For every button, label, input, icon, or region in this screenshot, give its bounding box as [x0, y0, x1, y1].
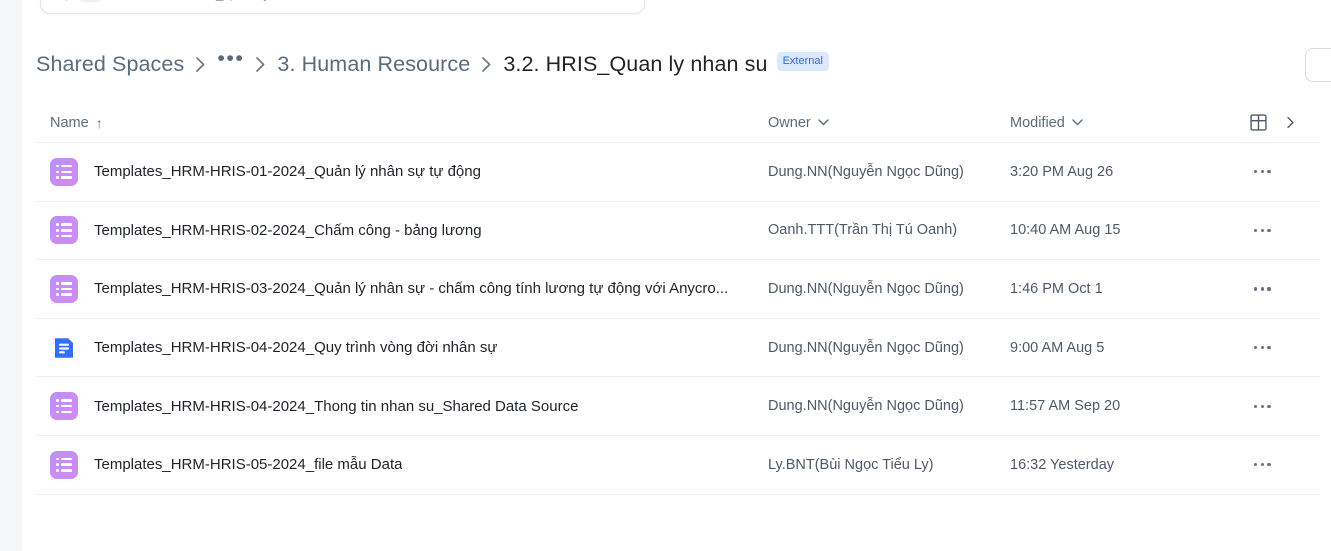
row-actions-cell — [1250, 457, 1320, 472]
file-name-cell[interactable]: Templates_HRM-HRIS-02-2024_Chấm công - b… — [50, 216, 768, 245]
file-name-cell[interactable]: Templates_HRM-HRIS-04-2024_Quy trình vòn… — [50, 334, 768, 362]
more-options-icon[interactable] — [1250, 281, 1275, 296]
file-name-cell[interactable]: Templates_HRM-HRIS-04-2024_Thong tin nha… — [50, 392, 768, 421]
base-table-icon — [50, 392, 78, 421]
page-title: 3.2. HRIS_Quan ly nhan su — [503, 51, 768, 76]
owner-cell: Dung.NN(Nguyễn Ngọc Dũng) — [768, 163, 964, 180]
column-header-owner[interactable]: Owner — [768, 115, 1010, 131]
modified-cell: 16:32 Yesterday — [1010, 456, 1115, 473]
table-body: Templates_HRM-HRIS-01-2024_Quản lý nhân … — [36, 143, 1320, 495]
document-icon — [50, 334, 78, 362]
breadcrumb-item-overflow[interactable]: ••• — [217, 48, 244, 70]
modified-cell: 9:00 AM Aug 5 — [1010, 339, 1105, 356]
table-row[interactable]: Templates_HRM-HRIS-01-2024_Quản lý nhân … — [36, 143, 1320, 202]
file-name-label: Templates_HRM-HRIS-03-2024_Quản lý nhân … — [94, 280, 729, 298]
page-root: Search 3.2. HRIS_Quan ly nhan su Shared … — [0, 0, 1331, 551]
breadcrumb-item-shared-spaces[interactable]: Shared Spaces — [36, 52, 184, 77]
table-header-row: Name ↑ Owner Modified — [36, 103, 1320, 143]
owner-cell: Dung.NN(Nguyễn Ngọc Dũng) — [768, 280, 964, 297]
column-header-actions — [1250, 114, 1320, 131]
chevron-right-icon — [195, 56, 206, 73]
column-header-name[interactable]: Name ↑ — [50, 115, 768, 131]
row-actions-cell — [1250, 223, 1320, 238]
modified-cell: 10:40 AM Aug 15 — [1010, 222, 1121, 239]
file-name-cell[interactable]: Templates_HRM-HRIS-03-2024_Quản lý nhân … — [50, 274, 768, 303]
file-name-label: Templates_HRM-HRIS-01-2024_Quản lý nhân … — [94, 163, 481, 181]
owner-cell: Oanh.TTT(Trần Thị Tú Oanh) — [768, 222, 958, 239]
file-name-label: Templates_HRM-HRIS-04-2024_Quy trình vòn… — [94, 339, 498, 357]
more-options-icon[interactable] — [1250, 399, 1275, 414]
modified-cell: 3:20 PM Aug 26 — [1010, 163, 1114, 180]
left-rail — [0, 0, 22, 551]
row-actions-cell — [1250, 340, 1320, 355]
chevron-down-icon — [818, 119, 829, 126]
owner-cell: Dung.NN(Nguyễn Ngọc Dũng) — [768, 398, 964, 415]
file-name-cell[interactable]: Templates_HRM-HRIS-05-2024_file mẫu Data — [50, 450, 768, 479]
table-row[interactable]: Templates_HRM-HRIS-02-2024_Chấm công - b… — [36, 202, 1320, 261]
file-list-table: Name ↑ Owner Modified Templates_HRM-HRIS… — [36, 103, 1320, 495]
search-input[interactable]: Search 3.2. HRIS_Quan ly nhan su — [111, 0, 621, 1]
search-bar[interactable]: Search 3.2. HRIS_Quan ly nhan su — [40, 0, 645, 14]
owner-cell: Dung.NN(Nguyễn Ngọc Dũng) — [768, 339, 964, 356]
chevron-right-icon — [255, 56, 266, 73]
row-actions-cell — [1250, 164, 1320, 179]
chevron-down-icon — [1072, 119, 1083, 126]
modified-cell: 1:46 PM Oct 1 — [1010, 280, 1103, 297]
breadcrumb-item-human-resource[interactable]: 3. Human Resource — [277, 52, 470, 77]
grid-view-icon[interactable] — [1250, 114, 1267, 131]
expand-panel-icon[interactable] — [1284, 116, 1297, 129]
column-header-modified-label: Modified — [1010, 114, 1065, 131]
more-options-icon[interactable] — [1250, 340, 1275, 355]
column-header-modified[interactable]: Modified — [1010, 115, 1250, 131]
more-options-icon[interactable] — [1250, 223, 1275, 238]
row-actions-cell — [1250, 399, 1320, 414]
chevron-right-icon — [481, 56, 492, 73]
more-options-icon[interactable] — [1250, 164, 1275, 179]
file-name-label: Templates_HRM-HRIS-02-2024_Chấm công - b… — [94, 221, 482, 239]
more-options-icon[interactable] — [1250, 457, 1275, 472]
file-name-cell[interactable]: Templates_HRM-HRIS-01-2024_Quản lý nhân … — [50, 157, 768, 186]
base-table-icon — [50, 216, 78, 245]
column-header-owner-label: Owner — [768, 114, 811, 131]
breadcrumb: Shared Spaces ••• 3. Human Resource 3.2.… — [36, 48, 829, 80]
space-chip-icon — [78, 0, 102, 2]
arrow-up-icon: ↑ — [95, 114, 103, 131]
search-icon — [53, 0, 68, 1]
status-badge: External — [776, 51, 829, 71]
top-right-control[interactable] — [1305, 48, 1331, 82]
row-actions-cell — [1250, 281, 1320, 296]
modified-cell: 11:57 AM Sep 20 — [1010, 398, 1121, 415]
table-row[interactable]: Templates_HRM-HRIS-04-2024_Thong tin nha… — [36, 377, 1320, 436]
file-name-label: Templates_HRM-HRIS-04-2024_Thong tin nha… — [94, 397, 579, 415]
owner-cell: Ly.BNT(Bùi Ngọc Tiểu Ly) — [768, 456, 934, 473]
table-row[interactable]: Templates_HRM-HRIS-03-2024_Quản lý nhân … — [36, 260, 1320, 319]
table-row[interactable]: Templates_HRM-HRIS-05-2024_file mẫu Data… — [36, 436, 1320, 495]
table-row[interactable]: Templates_HRM-HRIS-04-2024_Quy trình vòn… — [36, 319, 1320, 378]
file-name-label: Templates_HRM-HRIS-05-2024_file mẫu Data — [94, 456, 403, 474]
base-table-icon — [50, 450, 78, 479]
base-table-icon — [50, 157, 78, 186]
base-table-icon — [50, 274, 78, 303]
column-header-name-label: Name — [50, 114, 89, 131]
